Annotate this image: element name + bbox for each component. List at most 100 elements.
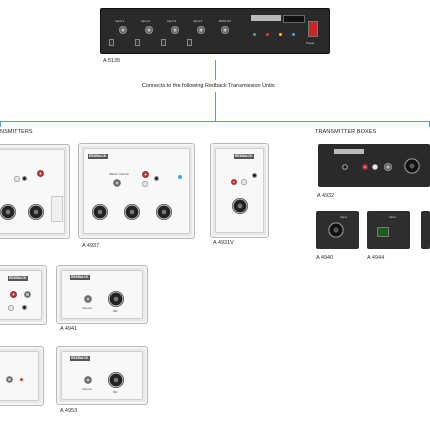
plate-p2-inner: REDBACK Master Volume: [83, 148, 190, 234]
volume-knob[interactable]: [24, 291, 31, 298]
input-3-knob[interactable]: [171, 26, 179, 34]
volume-knob[interactable]: [84, 376, 92, 384]
rca-red-connector: [362, 164, 368, 170]
connector-line-vertical-top: [215, 60, 216, 80]
rca-red-connector: [142, 171, 149, 178]
rca-white-connector: [14, 176, 20, 182]
rca-red-connector: [231, 179, 237, 185]
box-b2: Input: [316, 211, 359, 249]
xlr-connector: [232, 198, 248, 214]
volume-knob[interactable]: [384, 163, 392, 171]
xlr-connector-3: [156, 204, 172, 220]
connector-line-vertical-bottom: [215, 92, 216, 121]
jack-connector: [154, 176, 159, 181]
plate-p2: REDBACK Master Volume: [78, 143, 195, 239]
box-b3-model: A 4944: [367, 255, 385, 261]
connects-caption: Connects to the following Redback Transm…: [142, 83, 275, 89]
box-b2-model: A 4940: [316, 255, 334, 261]
box-b3-terminal: [377, 227, 389, 237]
box-b3: Input: [367, 211, 410, 249]
box-b1-model: A 4932: [317, 193, 335, 199]
volume-label: Volume: [82, 306, 93, 310]
xlr-connector-1: [92, 204, 108, 220]
power-label: Power: [306, 41, 315, 45]
mic-label: Mic: [113, 390, 118, 394]
box-b1: [318, 144, 430, 187]
connector-line-left: [0, 121, 1, 127]
status-led-1: [253, 33, 256, 36]
plate-p6: [0, 346, 44, 406]
box-b1-brand: [334, 149, 364, 154]
input-3-switch[interactable]: [161, 39, 166, 46]
bgm-vol-knob[interactable]: [221, 26, 229, 34]
jack-connector: [22, 176, 27, 181]
rca-white-connector: [241, 179, 247, 185]
plate-p3-inner: REDBACK: [215, 148, 264, 233]
rca-white-connector: [372, 164, 378, 170]
status-led-3: [279, 33, 282, 36]
input-4-label: Input 4: [193, 19, 203, 23]
plate-p3-model: A 4931V: [213, 240, 234, 246]
xlr-connector: [108, 372, 124, 388]
input-2-knob[interactable]: [145, 26, 153, 34]
plate-p5-brand: REDBACK: [70, 275, 90, 280]
master-volume-knob[interactable]: [113, 179, 121, 187]
input-4-knob[interactable]: [197, 26, 205, 34]
status-led-2: [266, 33, 269, 36]
plate-p7: REDBACK Volume Mic: [56, 346, 148, 405]
xlr-connector-1: [0, 204, 16, 220]
power-switch[interactable]: [308, 21, 318, 37]
antenna-jack: [342, 164, 348, 170]
plate-p5: REDBACK Volume Mic: [56, 265, 148, 324]
jack-connector: [252, 173, 257, 178]
xlr-connector: [328, 222, 344, 238]
xlr-connector: [404, 158, 420, 174]
plate-p1-panel: [51, 196, 63, 222]
level-meter: [283, 15, 305, 23]
plate-p7-brand: REDBACK: [70, 356, 90, 361]
input-1-label: Input 1: [115, 19, 125, 23]
plate-p1-inner: [0, 149, 65, 234]
input-1-switch[interactable]: [109, 39, 114, 46]
volume-knob[interactable]: [6, 376, 13, 383]
box-b2-input-label: Input: [340, 215, 347, 219]
input-4-switch[interactable]: [187, 39, 192, 46]
xlr-connector-2: [124, 204, 140, 220]
wall-plates-header: NSMITTERS: [0, 129, 33, 135]
plate-p4: REDBACK: [0, 265, 47, 325]
rca-white-connector: [8, 305, 14, 311]
main-unit-a5135: Input 1 Input 2 Input 3 Input 4 BGM Vol …: [100, 8, 330, 54]
plate-p1: [0, 144, 70, 239]
mic-label: Mic: [113, 309, 118, 313]
input-3-label: Input 3: [167, 19, 177, 23]
plate-p4-inner: REDBACK: [0, 270, 42, 320]
box-b3-input-label: Input: [389, 215, 396, 219]
plate-p2-model: A 4937: [82, 243, 100, 249]
plate-p7-inner: REDBACK Volume Mic: [61, 351, 143, 400]
xlr-connector-2: [28, 204, 44, 220]
xlr-connector: [108, 291, 124, 307]
brand-badge: [251, 15, 281, 21]
plate-p4-brand: REDBACK: [8, 276, 28, 281]
transmitter-boxes-header: TRANSMITTER BOXES: [315, 129, 377, 135]
master-volume-label: Master Volume: [109, 172, 130, 176]
volume-label: Volume: [82, 387, 93, 391]
plate-p3: REDBACK: [210, 143, 269, 238]
connector-line-horizontal: [0, 121, 430, 122]
plate-p5-model: A 4941: [60, 326, 78, 332]
rca-white-connector: [142, 181, 148, 187]
volume-knob[interactable]: [84, 295, 92, 303]
status-led: [20, 378, 23, 381]
bgm-vol-label: BGM Vol: [219, 19, 231, 23]
input-2-switch[interactable]: [135, 39, 140, 46]
jack-connector: [22, 305, 27, 310]
main-unit-model-label: A 5135: [103, 58, 121, 64]
plate-p5-inner: REDBACK Volume Mic: [61, 270, 143, 319]
plate-p7-model: A 4953: [60, 408, 78, 414]
plate-p2-brand: REDBACK: [88, 154, 108, 159]
status-led: [178, 175, 182, 179]
plate-p3-brand: REDBACK: [234, 154, 254, 159]
input-1-knob[interactable]: [119, 26, 127, 34]
status-led-4: [292, 33, 295, 36]
rca-red-connector: [10, 291, 17, 298]
